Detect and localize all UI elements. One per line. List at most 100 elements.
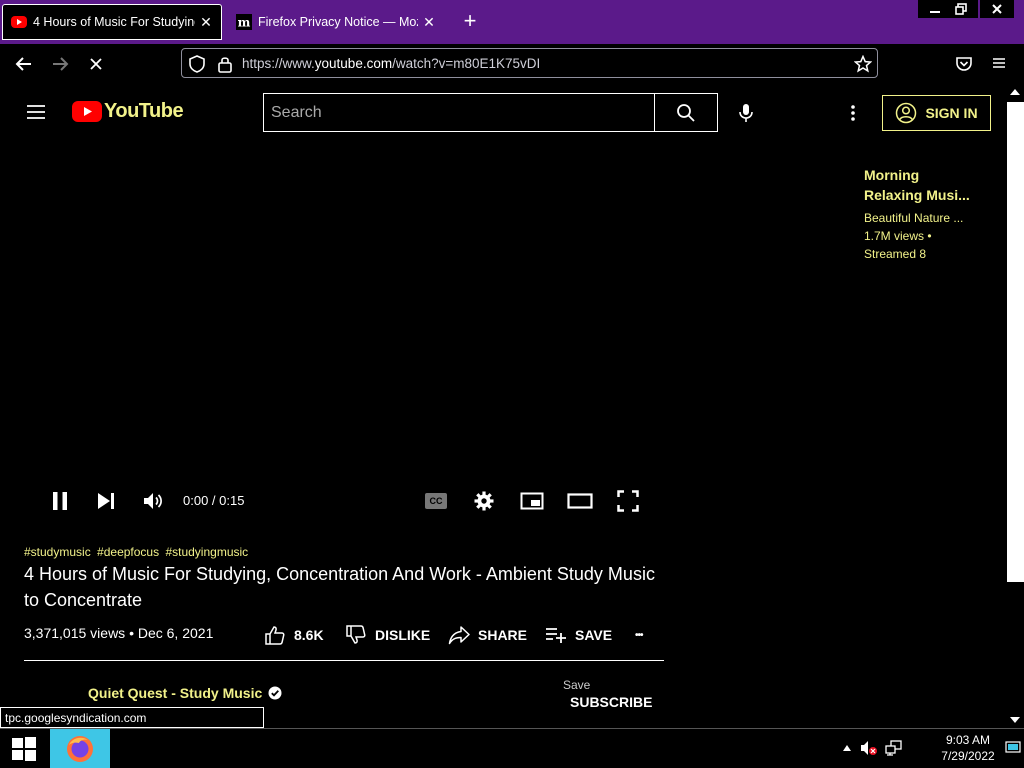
gear-icon <box>474 491 494 511</box>
settings-button[interactable] <box>470 488 498 514</box>
volume-icon <box>144 493 162 509</box>
tab-close-icon[interactable]: ✕ <box>199 14 213 31</box>
taskbar-clock[interactable]: 9:03 AM 7/29/2022 <box>930 732 1006 764</box>
captions-label: CC <box>429 496 443 506</box>
tab-youtube-video[interactable]: 4 Hours of Music For Studying, C ✕ <box>2 4 222 40</box>
theater-mode-button[interactable] <box>566 488 594 514</box>
tab-close-icon[interactable]: ✕ <box>422 14 436 31</box>
save-label: SAVE <box>575 627 613 643</box>
pause-icon <box>53 492 67 510</box>
restore-window-button[interactable] <box>944 0 978 18</box>
time-display: 0:00 / 0:15 <box>183 493 245 508</box>
pause-button[interactable] <box>46 488 74 514</box>
back-button[interactable] <box>11 52 37 76</box>
dislike-label: DISLIKE <box>375 627 431 643</box>
hashtag-link[interactable]: #deepfocus <box>97 545 159 559</box>
stop-loading-button[interactable] <box>83 52 109 76</box>
firefox-icon <box>67 735 93 762</box>
recommended-video-views: 1.7M views • <box>864 229 932 243</box>
close-icon <box>992 4 1002 14</box>
lock-icon[interactable] <box>217 55 233 73</box>
close-window-button[interactable] <box>980 0 1014 18</box>
app-menu-hamburger-icon[interactable] <box>991 56 1007 70</box>
youtube-logo[interactable]: YouTube <box>72 100 184 123</box>
closed-captions-icon: CC <box>425 493 447 509</box>
search-input[interactable] <box>263 93 655 132</box>
forward-arrow-icon <box>53 57 69 71</box>
volume-button[interactable] <box>139 488 167 514</box>
miniplayer-icon <box>520 492 544 510</box>
scrollbar-thumb[interactable] <box>1007 102 1024 582</box>
action-center-icon[interactable] <box>1004 740 1022 756</box>
microphone-icon <box>739 104 753 122</box>
chevron-up-icon <box>843 745 851 751</box>
start-button[interactable] <box>0 729 48 768</box>
settings-more-button[interactable] <box>849 104 857 122</box>
video-player[interactable] <box>24 140 664 530</box>
channel-name: Quiet Quest - Study Music <box>88 685 263 701</box>
more-actions-button[interactable]: ••• <box>635 624 643 646</box>
scroll-up-arrow-icon[interactable] <box>1009 88 1021 96</box>
sign-in-button[interactable]: SIGN IN <box>882 95 991 131</box>
verified-badge-icon <box>268 686 282 700</box>
windows-logo-icon <box>12 736 36 761</box>
stop-x-icon <box>90 58 102 70</box>
clock-time: 9:03 AM <box>945 733 991 747</box>
bookmark-star-icon[interactable] <box>854 55 872 73</box>
forward-button[interactable] <box>47 52 73 76</box>
video-title: 4 Hours of Music For Studying, Concentra… <box>24 564 655 610</box>
minimize-icon <box>930 11 940 13</box>
subscribe-button[interactable]: SUBSCRIBE <box>570 694 652 710</box>
scroll-down-arrow-icon[interactable] <box>1009 716 1021 724</box>
thumbs-up-icon <box>265 626 285 645</box>
thumbs-down-icon <box>346 625 366 644</box>
hashtag-link[interactable]: #studyingmusic <box>165 545 248 559</box>
pocket-icon[interactable] <box>955 55 973 73</box>
clock-date: 7/29/2022 <box>941 749 995 763</box>
recommended-video-title[interactable]: Morning Relaxing Musi... <box>864 165 974 205</box>
guide-menu-hamburger-icon[interactable] <box>26 104 46 120</box>
next-video-button[interactable] <box>92 488 120 514</box>
recommended-video-channel[interactable]: Beautiful Nature ... <box>864 211 963 225</box>
hashtag-list: #studymusic #deepfocus #studyingmusic <box>24 545 251 559</box>
restore-icon <box>955 3 967 15</box>
tab-title: 4 Hours of Music For Studying, C <box>33 15 195 29</box>
youtube-favicon-icon <box>11 14 27 30</box>
show-hidden-icons-button[interactable] <box>838 740 856 756</box>
network-tray-icon[interactable] <box>885 740 903 756</box>
account-circle-icon <box>896 102 917 124</box>
youtube-logo-text: YouTube <box>104 100 184 122</box>
fullscreen-icon <box>617 490 639 512</box>
fullscreen-button[interactable] <box>614 488 642 514</box>
hashtag-link[interactable]: #studymusic <box>24 545 91 559</box>
tab-title: Firefox Privacy Notice — Mozilla <box>258 15 418 29</box>
share-arrow-icon <box>448 626 470 645</box>
link-status-bubble: tpc.googlesyndication.com <box>0 707 264 728</box>
save-to-playlist-button[interactable]: SAVE <box>545 624 612 646</box>
svg-text:m: m <box>238 16 251 30</box>
voice-search-button[interactable] <box>738 103 754 123</box>
taskbar-firefox-button[interactable] <box>50 729 110 768</box>
like-count: 8.6K <box>294 627 324 643</box>
share-label: SHARE <box>478 627 528 643</box>
search-button[interactable] <box>654 93 718 132</box>
url-prefix: https://www. <box>242 56 315 71</box>
like-button[interactable]: 8.6K <box>264 624 324 646</box>
miniplayer-button[interactable] <box>518 488 546 514</box>
share-button[interactable]: SHARE <box>448 624 527 646</box>
tracking-protection-shield-icon[interactable] <box>188 55 206 73</box>
url-path: /watch?v=m80E1K75vDI <box>392 56 541 71</box>
youtube-play-logo-icon <box>72 101 102 122</box>
tab-firefox-privacy-notice[interactable]: m Firefox Privacy Notice — Mozilla ✕ <box>228 4 444 40</box>
dislike-button[interactable]: DISLIKE <box>345 624 430 646</box>
url-domain: youtube.com <box>314 56 393 71</box>
vertical-dots-icon <box>851 105 855 121</box>
back-arrow-icon <box>15 57 31 71</box>
volume-muted-tray-icon[interactable] <box>860 740 878 756</box>
channel-name-link[interactable]: Quiet Quest - Study Music <box>88 685 282 701</box>
captions-button[interactable]: CC <box>422 488 450 514</box>
skip-next-icon <box>98 493 114 509</box>
url-text[interactable]: https://www.youtube.com/watch?v=m80E1K75… <box>242 56 540 71</box>
new-tab-button[interactable]: + <box>458 10 482 32</box>
search-icon <box>677 103 695 122</box>
